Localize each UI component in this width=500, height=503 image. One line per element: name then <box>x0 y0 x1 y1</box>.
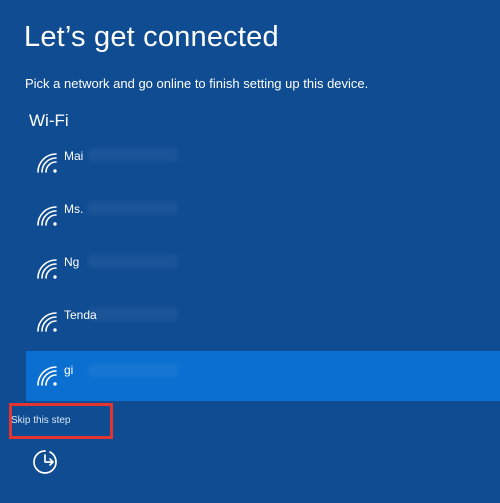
wifi-network-list: Mai Ms. Ng Tenda gi <box>26 136 500 401</box>
wifi-network-item[interactable]: Tenda <box>26 295 500 348</box>
wifi-network-name: Mai <box>64 149 84 163</box>
wifi-network-item[interactable]: Ng <box>26 242 500 295</box>
obscured-network-name <box>88 307 178 321</box>
page-title: Let’s get connected <box>24 21 279 53</box>
wifi-icon <box>37 153 57 173</box>
wifi-network-item-selected[interactable]: gi <box>26 351 500 401</box>
skip-this-step-link[interactable]: Skip this step <box>11 414 70 427</box>
wifi-icon <box>37 312 57 332</box>
page-subtitle: Pick a network and go online to finish s… <box>25 76 369 91</box>
wifi-network-item[interactable]: Ms. <box>26 189 500 242</box>
wifi-network-name: Ms. <box>64 202 84 216</box>
obscured-network-name <box>88 201 178 215</box>
wifi-network-name: gi <box>64 363 74 377</box>
wifi-network-item[interactable]: Mai <box>26 136 500 189</box>
obscured-network-name <box>88 254 178 268</box>
obscured-network-name <box>88 363 178 377</box>
wifi-icon <box>37 366 57 386</box>
wifi-icon <box>37 206 57 226</box>
wifi-network-name: Ng <box>64 255 80 269</box>
obscured-network-name <box>88 148 178 162</box>
wifi-icon <box>37 259 57 279</box>
wifi-section-label: Wi-Fi <box>29 111 69 130</box>
ease-of-access-icon[interactable] <box>30 447 60 477</box>
